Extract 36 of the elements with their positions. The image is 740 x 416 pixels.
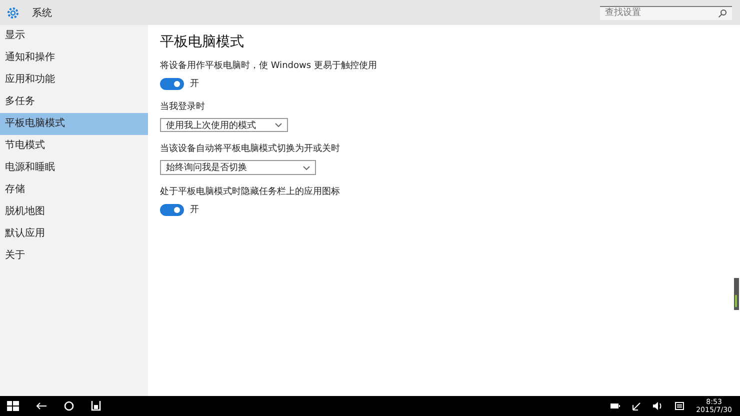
circle-icon[interactable]: [64, 401, 74, 411]
setting-label: 处于平板电脑模式时隐藏任务栏上的应用图标: [160, 186, 341, 198]
back-arrow-icon[interactable]: [36, 402, 47, 410]
toggle-state: 开: [190, 78, 199, 90]
chevron-down-icon: [303, 166, 310, 170]
setting-label: 将设备用作平板电脑时，使 Windows 更易于触控使用: [160, 60, 378, 72]
dropdown[interactable]: 使用我上次使用的模式: [160, 118, 288, 132]
windows-logo-icon[interactable]: [7, 401, 19, 411]
setting-label: 当我登录时: [160, 100, 206, 113]
battery-icon[interactable]: [610, 403, 620, 409]
page-title: 平板电脑模式: [160, 33, 245, 51]
sidebar-item[interactable]: 平板电脑模式: [0, 113, 148, 135]
sidebar-item[interactable]: 应用和功能: [0, 69, 148, 91]
window-title: 系统: [32, 6, 52, 20]
sidebar-item[interactable]: 存储: [0, 179, 148, 201]
toggle-switch[interactable]: [160, 78, 184, 90]
sidebar-item[interactable]: 关于: [0, 245, 148, 267]
task-view-icon[interactable]: [91, 401, 101, 411]
sidebar-item[interactable]: 多任务: [0, 91, 148, 113]
sidebar-item[interactable]: 通知和操作: [0, 47, 148, 69]
search-icon: [718, 8, 727, 18]
sidebar-item[interactable]: 节电模式: [0, 135, 148, 157]
settings-icon: [6, 6, 20, 20]
dropdown[interactable]: 始终询问我是否切换: [160, 160, 316, 175]
speaker-icon[interactable]: [653, 402, 664, 410]
sidebar-item[interactable]: 电源和睡眠: [0, 157, 148, 179]
toggle-state: 开: [190, 204, 199, 216]
sidebar-item[interactable]: 默认应用: [0, 223, 148, 245]
scrollbar[interactable]: [734, 278, 739, 310]
sidebar-item[interactable]: 脱机地图: [0, 201, 148, 223]
search-field[interactable]: 查找设置: [600, 6, 732, 20]
sidebar-item[interactable]: 显示: [0, 25, 148, 47]
chevron-down-icon: [275, 123, 282, 127]
toggle-switch[interactable]: [160, 204, 184, 216]
message-icon[interactable]: [675, 402, 684, 410]
setting-label: 当该设备自动将平板电脑模式切换为开或关时: [160, 142, 341, 155]
